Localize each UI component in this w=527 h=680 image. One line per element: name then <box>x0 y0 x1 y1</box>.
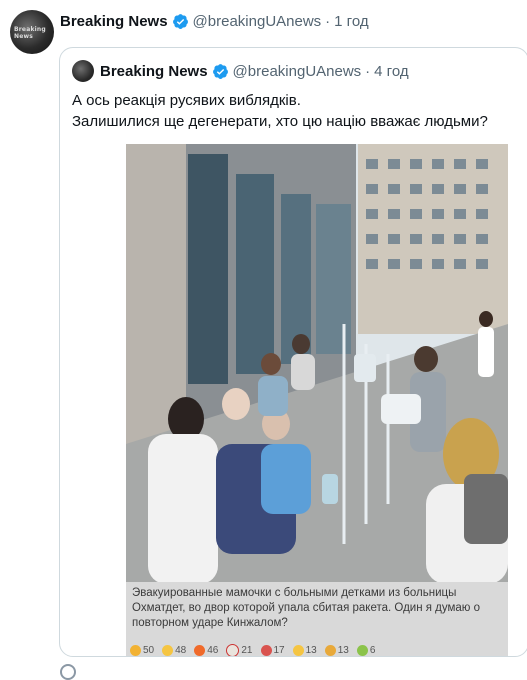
reactions-bar: 50 48 46 21 17 13 13 6 <box>126 642 508 656</box>
angry-face-icon <box>260 644 272 656</box>
separator-dot: · <box>365 63 371 80</box>
reaction-count: 17 <box>273 644 285 656</box>
quoted-timestamp: 4 год <box>374 63 409 80</box>
timestamp[interactable]: 1 год <box>334 13 368 30</box>
verified-badge-icon <box>172 14 188 29</box>
thumbs-up-icon <box>130 644 141 656</box>
quoted-author-handle: @breakingUAnews <box>232 63 362 80</box>
smirk-face-icon <box>292 644 304 656</box>
tweet-header: Breaking News @breakingUAnews · 1 год <box>60 13 369 30</box>
author-handle[interactable]: @breakingUAnews <box>193 13 322 30</box>
reaction-thumbs-up: 50 <box>130 644 155 656</box>
fire-icon <box>194 644 206 656</box>
reaction-count: 13 <box>337 644 349 656</box>
avatar-logo-text: Breaking News <box>14 26 46 40</box>
quoted-tweet-header: Breaking News @breakingUAnews · 4 год <box>100 63 409 80</box>
photo-scene <box>126 144 508 584</box>
reaction-laughing: 48 <box>162 644 187 656</box>
reaction-count: 48 <box>175 644 187 656</box>
clown-face-icon <box>226 643 240 656</box>
verified-badge-icon <box>212 64 228 79</box>
tweet-text-line: Залишилися ще дегенерати, хто цю націю в… <box>72 113 488 130</box>
reaction-count: 6 <box>369 644 376 656</box>
quoted-tweet-text: А ось реакція русявих виблядків. Залишил… <box>72 90 522 132</box>
vomit-face-icon <box>356 644 368 656</box>
reaction-count: 46 <box>207 644 219 656</box>
reaction-vomit: 6 <box>356 644 376 656</box>
reaction-count: 21 <box>241 644 253 656</box>
tweet-text-line: А ось реакція русявих виблядків. <box>72 92 301 109</box>
avatar[interactable]: Breaking News <box>10 10 54 54</box>
reply-icon[interactable] <box>60 664 76 680</box>
laughing-face-icon <box>162 644 174 656</box>
reaction-count: 50 <box>143 644 155 656</box>
quoted-author-name: Breaking News <box>100 63 208 80</box>
reaction-fire: 46 <box>194 644 219 656</box>
author-name[interactable]: Breaking News <box>60 13 168 30</box>
quoted-tweet-card[interactable]: Breaking News @breakingUAnews · 4 год А … <box>59 47 527 657</box>
quoted-avatar <box>72 60 94 82</box>
tweet-photo[interactable]: Эвакуированные мамочки с больными деткам… <box>126 144 508 656</box>
reaction-smirk: 13 <box>292 644 317 656</box>
reaction-angry: 17 <box>260 644 285 656</box>
reaction-party: 13 <box>324 644 349 656</box>
separator-dot: · <box>325 13 331 30</box>
reaction-count: 13 <box>305 644 317 656</box>
photo-caption: Эвакуированные мамочки с больными деткам… <box>126 582 508 644</box>
party-icon <box>324 644 336 656</box>
reaction-clown: 21 <box>226 643 253 656</box>
